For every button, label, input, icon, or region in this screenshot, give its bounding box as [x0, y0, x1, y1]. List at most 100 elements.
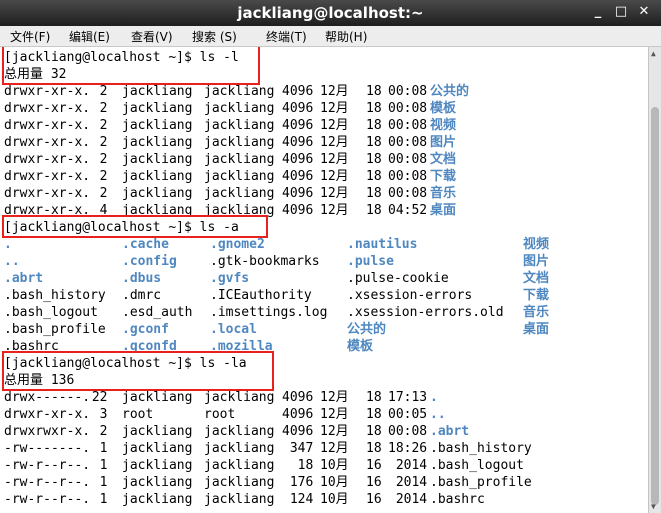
month: 12月 [320, 84, 349, 99]
owner: jackliang [122, 424, 193, 439]
month: 12月 [320, 101, 349, 116]
file-name: .bash_profile [430, 475, 532, 490]
day: 18 [366, 135, 382, 150]
file-name: . [4, 237, 12, 252]
file-name: .bashrc [430, 492, 485, 507]
owner: jackliang [122, 118, 193, 133]
file-name: .imsettings.log [210, 305, 328, 320]
file-name: .gtk-bookmarks [210, 254, 320, 269]
day: 16 [366, 475, 382, 490]
maximize-button[interactable]: □ [612, 3, 630, 21]
file-name: .bash_history [4, 288, 106, 303]
group: jackliang [204, 101, 275, 116]
owner: jackliang [122, 152, 193, 167]
highlight-box [2, 47, 260, 85]
menu-terminal[interactable]: 终端(T) [266, 28, 307, 45]
menu-search[interactable]: 搜索 (S) [192, 28, 237, 45]
permissions: drwxr-xr-x. [4, 84, 91, 99]
permissions: drwxr-xr-x. [4, 135, 91, 150]
file-size: 4096 [282, 169, 314, 184]
time: 2014 [388, 475, 428, 490]
group: jackliang [204, 390, 275, 405]
vertical-scrollbar[interactable]: ▲ ▼ [648, 47, 661, 513]
file-name: .gvfs [210, 271, 250, 286]
link-count: 2 [84, 186, 108, 201]
file-name: .. [430, 407, 446, 422]
minimize-button[interactable]: _ [589, 3, 607, 21]
permissions: drwxr-xr-x. [4, 118, 91, 133]
file-size: 124 [282, 492, 314, 507]
month: 12月 [320, 203, 349, 218]
permissions: drwxr-xr-x. [4, 152, 91, 167]
permissions: drwxr-xr-x. [4, 101, 91, 116]
file-size: 4096 [282, 390, 314, 405]
month: 12月 [320, 135, 349, 150]
menu-view[interactable]: 查看(V) [131, 28, 173, 45]
file-name: .ICEauthority [210, 288, 312, 303]
month: 12月 [320, 441, 349, 456]
terminal-output[interactable]: [jackliang@localhost ~]$ ls -l 总用量 32 drwx… [0, 47, 648, 513]
time: 17:13 [388, 390, 428, 405]
link-count: 2 [84, 118, 108, 133]
permissions: -rw-r--r--. [4, 492, 91, 507]
day: 18 [366, 424, 382, 439]
file-name: .xsession-errors.old [347, 305, 504, 320]
link-count: 2 [84, 169, 108, 184]
scroll-down-icon[interactable]: ▼ [651, 502, 656, 511]
highlight-box [2, 351, 274, 391]
day: 18 [366, 390, 382, 405]
group: jackliang [204, 152, 275, 167]
time: 00:08 [388, 118, 428, 133]
file-name: 视频 [430, 118, 457, 133]
month: 12月 [320, 186, 349, 201]
time: 00:08 [388, 135, 428, 150]
permissions: drwxrwxr-x. [4, 424, 91, 439]
day: 18 [366, 118, 382, 133]
menu-edit[interactable]: 编辑(E) [69, 28, 110, 45]
month: 12月 [320, 407, 349, 422]
group: jackliang [204, 118, 275, 133]
file-name: 模板 [347, 339, 374, 354]
time: 00:08 [388, 424, 428, 439]
link-count: 3 [84, 407, 108, 422]
permissions: -rw-------. [4, 441, 91, 456]
menu-file[interactable]: 文件(F) [10, 28, 50, 45]
month: 12月 [320, 390, 349, 405]
month: 10月 [320, 492, 349, 507]
file-name: 音乐 [523, 305, 550, 320]
group: jackliang [204, 475, 275, 490]
close-button[interactable]: ✕ [635, 3, 653, 21]
file-name: 桌面 [430, 203, 457, 218]
link-count: 2 [84, 84, 108, 99]
menu-help[interactable]: 帮助(H) [325, 28, 367, 45]
owner: jackliang [122, 101, 193, 116]
file-name: 图片 [430, 135, 457, 150]
link-count: 2 [84, 101, 108, 116]
file-size: 4096 [282, 135, 314, 150]
file-name: .config [122, 254, 177, 269]
scroll-up-icon[interactable]: ▲ [651, 49, 656, 58]
group: jackliang [204, 84, 275, 99]
permissions: drwxr-xr-x. [4, 407, 91, 422]
day: 18 [366, 441, 382, 456]
file-name: .bash_logout [4, 305, 98, 320]
file-size: 4096 [282, 407, 314, 422]
time: 18:26 [388, 441, 428, 456]
permissions: drwx------. [4, 390, 91, 405]
day: 18 [366, 84, 382, 99]
owner: jackliang [122, 441, 193, 456]
group: jackliang [204, 186, 275, 201]
file-size: 4096 [282, 84, 314, 99]
month: 12月 [320, 152, 349, 167]
time: 00:08 [388, 186, 428, 201]
file-size: 4096 [282, 101, 314, 116]
file-name: .xsession-errors [347, 288, 473, 303]
time: 00:08 [388, 169, 428, 184]
time: 00:05 [388, 407, 428, 422]
time: 00:08 [388, 84, 428, 99]
scrollbar-thumb[interactable] [651, 107, 659, 505]
file-size: 4096 [282, 186, 314, 201]
owner: jackliang [122, 390, 193, 405]
file-size: 4096 [282, 424, 314, 439]
day: 18 [366, 152, 382, 167]
